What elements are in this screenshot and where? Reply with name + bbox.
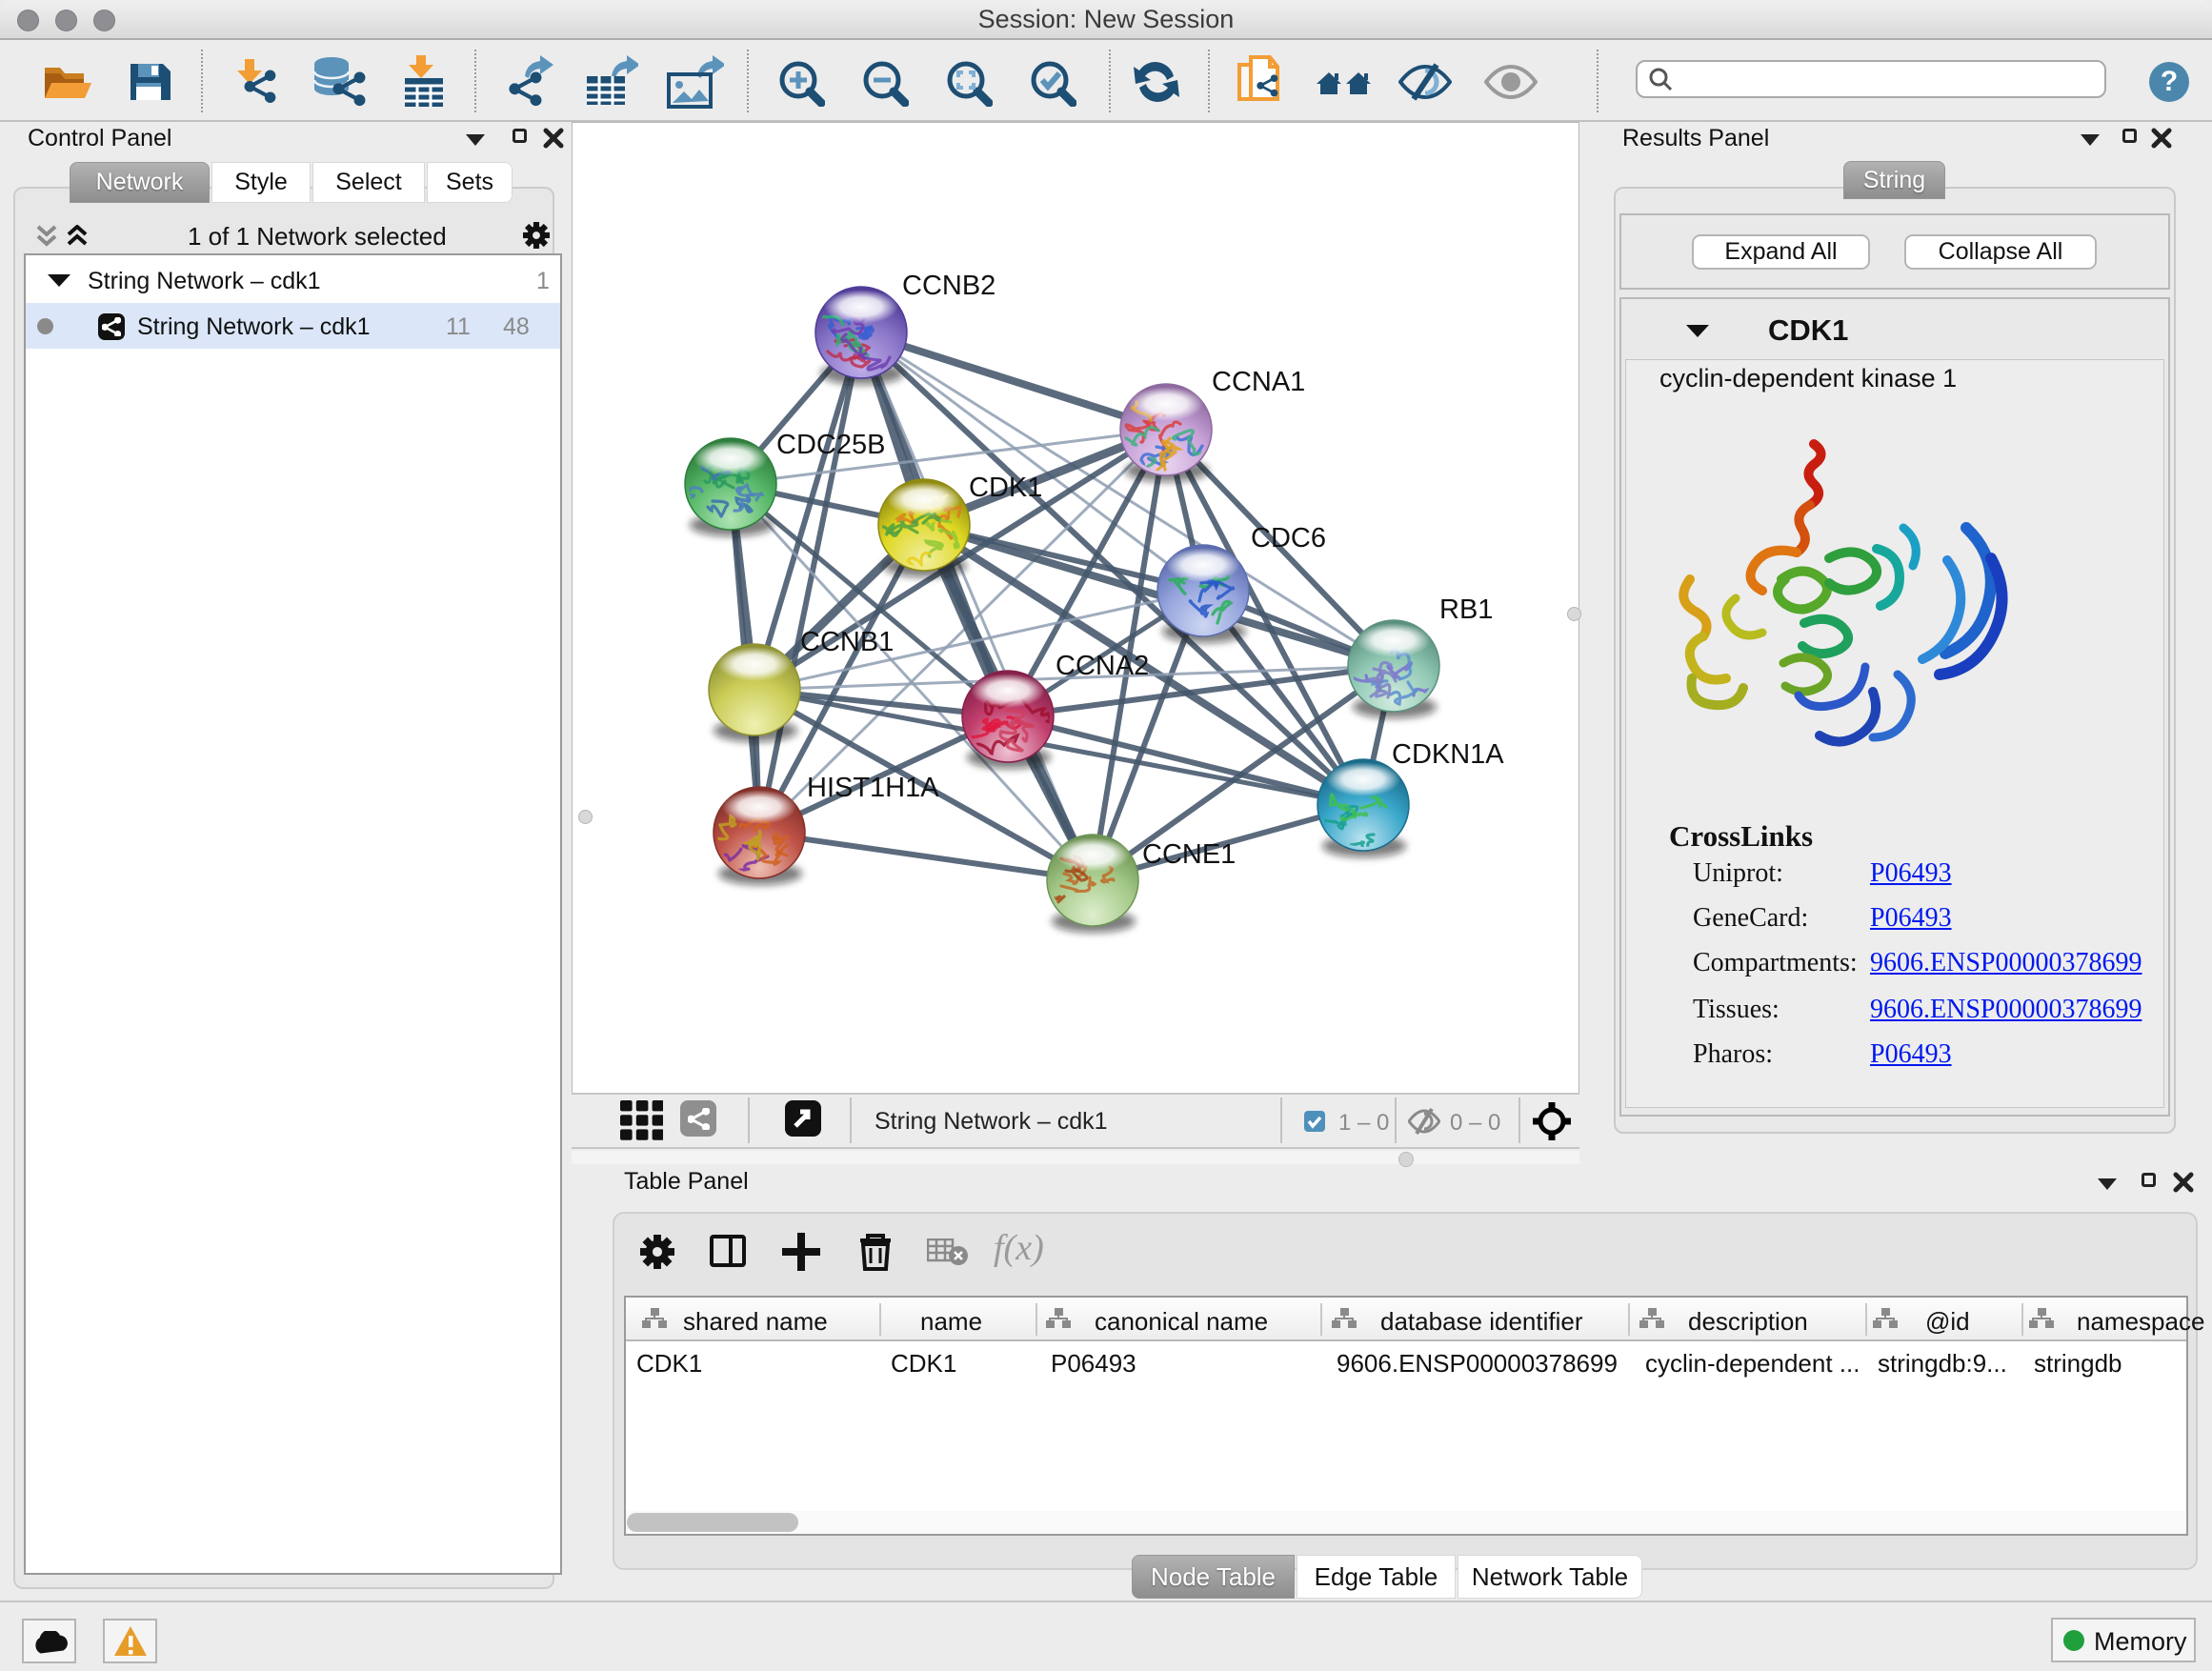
svg-text:CCNA2: CCNA2 bbox=[1056, 651, 1149, 681]
svg-text:CCNB1: CCNB1 bbox=[800, 627, 894, 657]
svg-text:CCNE1: CCNE1 bbox=[1142, 839, 1236, 870]
svg-text:CDC25B: CDC25B bbox=[776, 430, 885, 460]
svg-text:RB1: RB1 bbox=[1439, 594, 1493, 625]
svg-text:CDKN1A: CDKN1A bbox=[1392, 739, 1504, 770]
svg-text:CDC6: CDC6 bbox=[1251, 523, 1326, 554]
svg-text:CDK1: CDK1 bbox=[969, 473, 1042, 503]
svg-text:CCNA1: CCNA1 bbox=[1212, 367, 1305, 397]
svg-text:HIST1H1A: HIST1H1A bbox=[807, 773, 939, 803]
svg-text:CCNB2: CCNB2 bbox=[902, 271, 995, 301]
